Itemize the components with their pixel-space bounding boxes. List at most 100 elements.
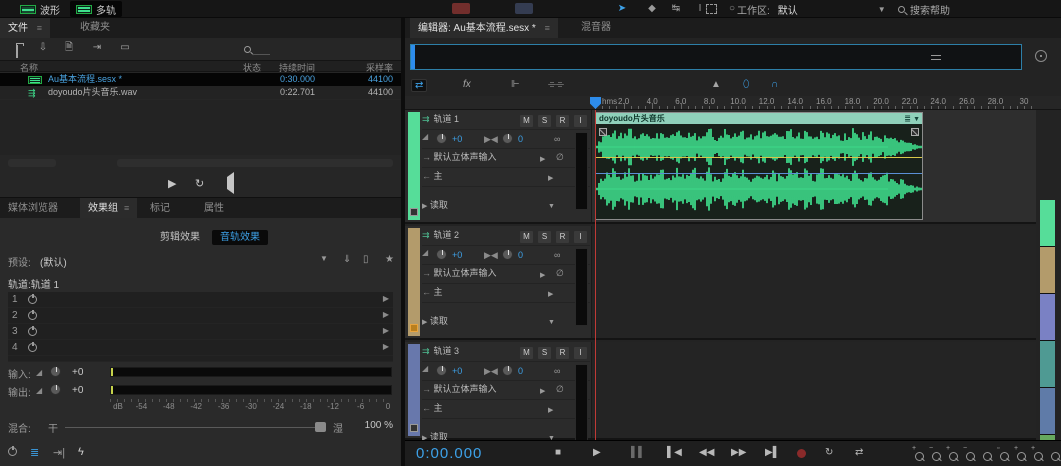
workspace-dropdown-icon[interactable]: ▼ [878, 5, 886, 14]
slot-power-icon[interactable] [28, 311, 37, 320]
pitch-display-icon[interactable] [515, 3, 533, 14]
tab-favorites[interactable]: 收藏夹 [72, 18, 118, 38]
navigator-handle-icon[interactable] [931, 55, 941, 60]
volume-envelope-line[interactable] [596, 157, 922, 158]
files-search-input[interactable] [252, 54, 270, 55]
effect-slot[interactable]: 1▶ [8, 292, 393, 308]
pre-post-toggle-icon[interactable]: ⇥| [53, 446, 65, 459]
search-help[interactable]: 搜索帮助 [898, 2, 950, 17]
go-to-end-button[interactable]: ▶▌ [765, 447, 780, 459]
panel-menu-icon[interactable]: ≡ [124, 203, 129, 213]
track-input-value[interactable]: 默认立体声输入 [434, 152, 497, 162]
clip-dropdown-icon[interactable]: ▼ [913, 116, 920, 123]
marquee-selection-tool-icon[interactable] [706, 4, 717, 14]
open-file-icon[interactable] [8, 41, 26, 55]
track-record-arm-button[interactable]: R [556, 231, 569, 243]
link-icon[interactable]: ∞ [554, 250, 560, 260]
record-button[interactable] [797, 447, 806, 458]
effect-slot[interactable]: 2▶ [8, 308, 393, 324]
clip-effects-button[interactable]: 剪辑效果 [152, 230, 208, 245]
multitrack-view-button[interactable]: 多轨 [70, 1, 122, 17]
fx-toggle-icon[interactable]: fx [463, 79, 471, 90]
track-mute-button[interactable]: M [520, 231, 533, 243]
track-record-arm-button[interactable]: R [556, 115, 569, 127]
playhead-line[interactable] [595, 110, 596, 440]
slot-chevron-icon[interactable]: ▶ [383, 342, 389, 351]
navigator-options-icon[interactable] [1035, 50, 1047, 62]
track-input-row[interactable]: → 默认立体声输入▶∅ [422, 150, 590, 168]
track-solo-button[interactable]: S [538, 115, 551, 127]
rack-power-icon[interactable] [8, 446, 17, 458]
slot-power-icon[interactable] [28, 343, 37, 352]
automation-dropdown-icon[interactable]: ▼ [548, 203, 555, 210]
file-row[interactable]: Au基本流程.sesx *0:30.00044100 [0, 73, 401, 86]
tab-editor[interactable]: 编辑器: Au基本流程.sesx * ≡ [410, 18, 558, 38]
input-chevron-icon[interactable]: ▶ [540, 155, 545, 163]
track-input-row[interactable]: → 默认立体声输入▶∅ [422, 266, 590, 284]
tab-files[interactable]: 文件 ≡ [0, 18, 50, 38]
clip-menu-icon[interactable]: ≣ [904, 114, 911, 123]
snap-icon[interactable]: ⬯ [743, 79, 749, 90]
effect-slot-partial[interactable] [8, 356, 393, 362]
navigator-track-segment[interactable] [1040, 247, 1055, 294]
track-effects-button[interactable]: 音轨效果 [212, 230, 268, 245]
track-output-row[interactable]: ← 主▶ [422, 401, 590, 419]
input-monitor-off-icon[interactable]: ∅ [556, 384, 564, 395]
audio-clip[interactable]: doyoudo片头音乐 ≣ ▼ [595, 112, 923, 220]
move-tool-icon[interactable]: ➤ [612, 2, 632, 15]
track-name[interactable]: 轨道 2 [434, 230, 460, 240]
slot-power-icon[interactable] [28, 327, 37, 336]
go-to-start-button[interactable]: ▌◀ [667, 447, 682, 459]
slot-chevron-icon[interactable]: ▶ [383, 294, 389, 303]
stop-button[interactable]: ■ [555, 447, 561, 459]
navigator-track-segment[interactable] [1040, 200, 1055, 247]
track-color-strip[interactable] [408, 228, 420, 336]
track-output-row[interactable]: ← 主▶ [422, 169, 590, 187]
zoom-in-at-in-point-button[interactable]: + [1017, 448, 1026, 466]
metronome-icon[interactable]: ▲ [711, 79, 721, 90]
files-scrollbar-corner[interactable] [8, 159, 56, 167]
track-name[interactable]: 轨道 1 [434, 114, 460, 124]
output-gain-knob[interactable] [50, 384, 61, 395]
track-input-value[interactable]: 默认立体声输入 [434, 268, 497, 278]
move-tool-icon[interactable]: ⇄ [411, 79, 427, 92]
timeline-ruler[interactable]: hms 2.04.06.08.010.012.014.016.018.020.0… [405, 96, 1061, 110]
preview-play-icon[interactable]: ▶ [168, 177, 176, 190]
output-chevron-icon[interactable]: ▶ [548, 290, 553, 298]
track-color-strip[interactable] [408, 112, 420, 220]
pan-knob[interactable] [502, 365, 513, 376]
input-gain-knob[interactable] [50, 366, 61, 377]
zoom-in-amplitude-button[interactable]: + [949, 448, 958, 466]
track-solo-button[interactable]: S [538, 347, 551, 359]
slot-chevron-icon[interactable]: ▶ [383, 310, 389, 319]
mix-slider-track[interactable] [65, 427, 315, 428]
track-monitor-button[interactable]: I [574, 231, 587, 243]
volume-knob[interactable] [436, 133, 447, 144]
automation-mode-value[interactable]: 读取 [430, 200, 448, 210]
play-button[interactable]: ▶ [593, 447, 601, 459]
track-automation-row[interactable]: ▶ 读取▼ [422, 314, 590, 332]
zoom-out-time-button[interactable]: − [932, 448, 941, 466]
tab-markers[interactable]: 标记 [142, 198, 178, 219]
effect-slot[interactable]: 3▶ [8, 324, 393, 340]
preset-value[interactable]: (默认) [40, 254, 67, 269]
process-effects-icon[interactable]: ϟ [78, 446, 84, 458]
track-lane[interactable]: ⇉轨道 2MSRI◢+0▶◀0∞→ 默认立体声输入▶∅← 主▶▶ 读取▼ [405, 226, 1036, 340]
rewind-button[interactable]: ◀◀ [699, 447, 714, 459]
link-icon[interactable]: ∞ [554, 134, 560, 144]
waveform-view-button[interactable]: 波形 [14, 1, 66, 17]
track-solo-button[interactable]: S [538, 231, 551, 243]
slot-power-icon[interactable] [28, 295, 37, 304]
zoom-navigator[interactable] [410, 44, 1022, 70]
loop-button[interactable]: ↻ [825, 447, 833, 459]
input-monitor-off-icon[interactable]: ∅ [556, 152, 564, 163]
panel-menu-icon[interactable]: ≡ [545, 23, 550, 33]
zoom-in-time-button[interactable]: + [915, 448, 924, 466]
tab-properties[interactable]: 属性 [196, 198, 232, 219]
file-row[interactable]: ⇶doyoudo片头音乐.wav0:22.70144100 [0, 86, 401, 99]
preset-dropdown-icon[interactable]: ▼ [320, 254, 328, 263]
zoom-to-selection-button[interactable]: ▫ [1000, 448, 1009, 466]
automation-mode-value[interactable]: 读取 [430, 316, 448, 326]
slot-chevron-icon[interactable]: ▶ [383, 326, 389, 335]
fast-forward-button[interactable]: ▶▶ [731, 447, 746, 459]
